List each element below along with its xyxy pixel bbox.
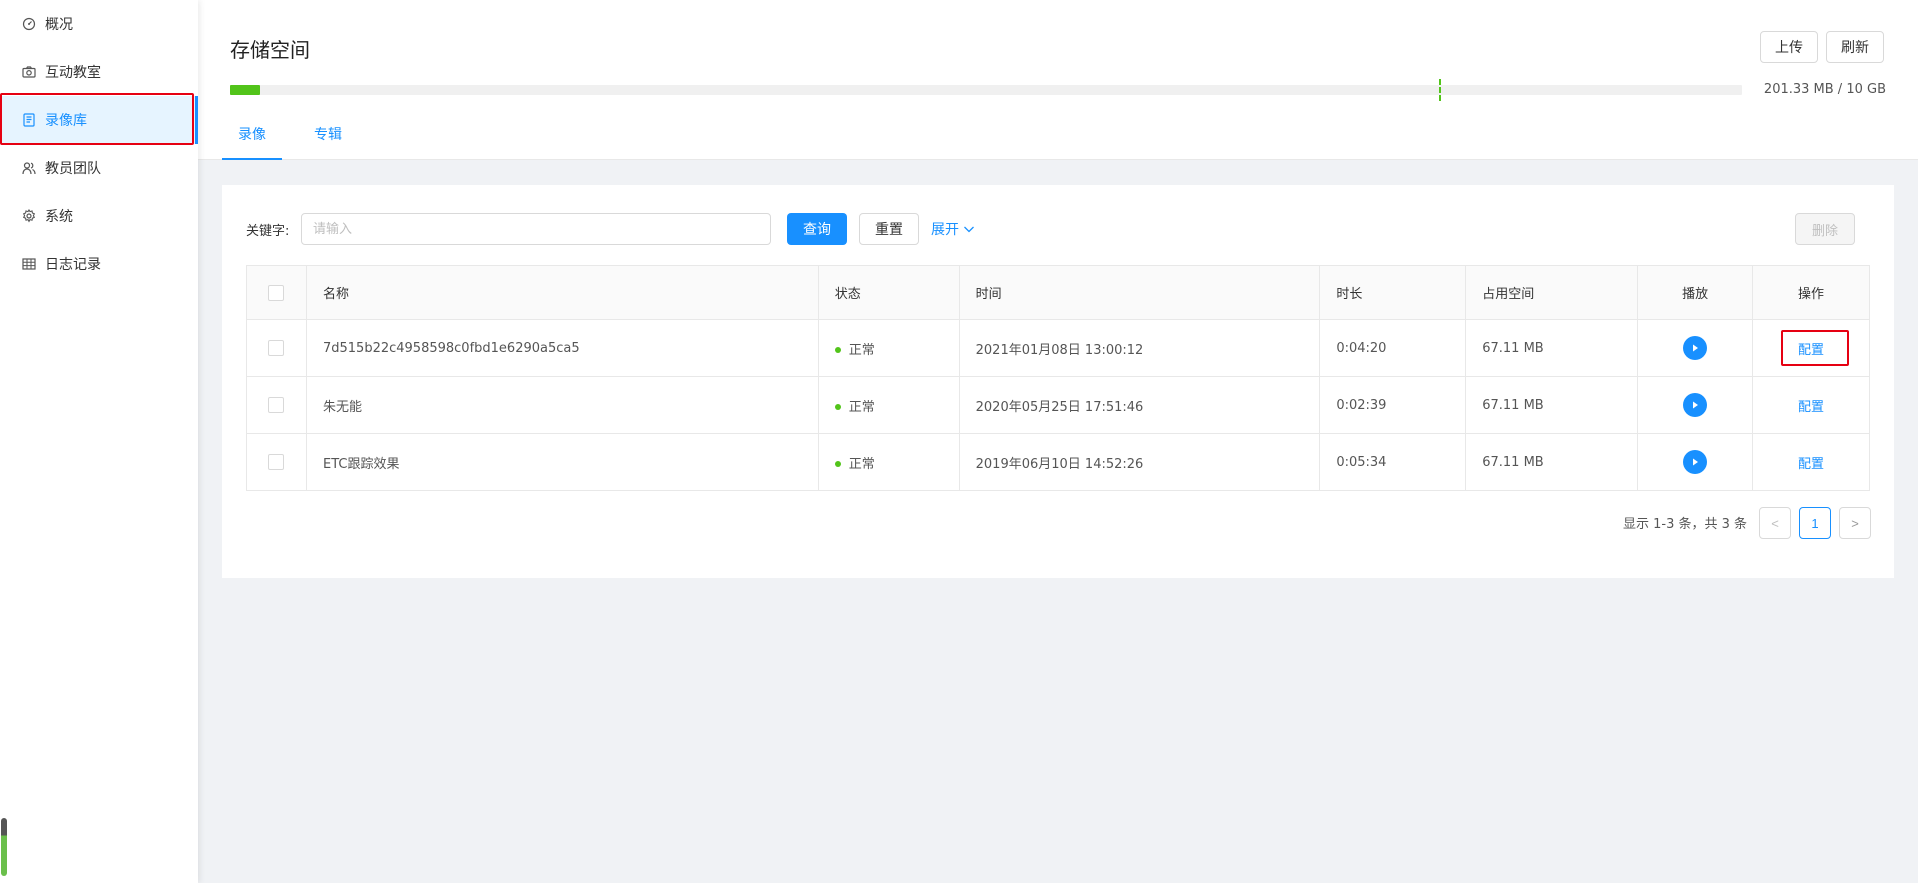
recording-name: 7d515b22c4958598c0fbd1e6290a5ca5	[306, 319, 819, 377]
row-select-cell	[246, 376, 307, 434]
config-link[interactable]: 配置	[1798, 453, 1824, 472]
pagination-next-button[interactable]: >	[1839, 507, 1871, 539]
query-button[interactable]: 查询	[787, 213, 847, 245]
camera-icon	[22, 65, 36, 79]
team-icon	[22, 161, 36, 175]
config-label: 配置	[1798, 342, 1825, 358]
status-cell: 正常	[818, 376, 960, 434]
select-all-cell	[246, 265, 307, 320]
recording-name: ETC跟踪效果	[306, 433, 819, 491]
sidebar-item-label: 录像库	[45, 113, 87, 129]
refresh-button[interactable]: 刷新	[1826, 31, 1884, 63]
recording-time: 2019年06月10日 14:52:26	[959, 433, 1321, 491]
status-dot-icon	[834, 404, 841, 410]
column-header: 时间	[959, 265, 1321, 320]
recording-size: 67.11 MB	[1465, 433, 1639, 491]
recordings-card: 关键字: 查询 重置 展开 删除 名称 状态 时间 时长 占用空间 播放 操作	[222, 185, 1894, 578]
recording-duration: 0:02:39	[1319, 376, 1467, 434]
play-cell	[1637, 376, 1754, 434]
status-text: 正常	[848, 342, 875, 358]
table-row: ETC跟踪效果 正常 2019年06月10日 14:52:26 0:05:34 …	[246, 433, 1870, 491]
tab-albums[interactable]: 专辑	[298, 124, 358, 160]
action-cell: 配置	[1752, 319, 1870, 377]
recording-name: 朱无能	[306, 376, 819, 434]
row-select-cell	[246, 433, 307, 491]
keyword-input[interactable]	[301, 213, 771, 245]
upload-button[interactable]: 上传	[1760, 31, 1818, 63]
status-dot-icon	[834, 347, 841, 353]
play-cell	[1637, 433, 1754, 491]
sidebar-item-overview[interactable]: 概况	[0, 0, 198, 48]
sidebar-item-system[interactable]: 系统	[0, 192, 198, 240]
table-row: 7d515b22c4958598c0fbd1e6290a5ca5 正常 2021…	[246, 319, 1870, 377]
row-checkbox[interactable]	[268, 340, 285, 356]
pagination-page-1[interactable]: 1	[1799, 507, 1831, 539]
book-icon	[22, 113, 36, 127]
sidebar-item-label: 日志记录	[45, 257, 101, 273]
sidebar: 概况 互动教室 录像库 教员团队 系统 日志记录	[0, 0, 198, 883]
status-dot-icon	[834, 461, 841, 467]
column-header: 状态	[818, 265, 960, 320]
sidebar-item-team[interactable]: 教员团队	[0, 144, 198, 192]
table-header-row: 名称 状态 时间 时长 占用空间 播放 操作	[246, 265, 1870, 320]
tab-recordings[interactable]: 录像	[222, 124, 282, 160]
storage-threshold-marker	[1439, 79, 1441, 101]
recording-duration: 0:04:20	[1319, 319, 1467, 377]
play-icon[interactable]	[1683, 393, 1708, 417]
pagination-summary: 显示 1-3 条，共 3 条	[1623, 517, 1748, 532]
recording-size: 67.11 MB	[1465, 319, 1639, 377]
sidebar-item-logs[interactable]: 日志记录	[0, 240, 198, 288]
storage-progress-fill	[230, 85, 261, 95]
row-checkbox[interactable]	[268, 454, 285, 470]
keyword-label: 关键字:	[246, 224, 290, 239]
row-checkbox[interactable]	[268, 397, 285, 413]
column-header: 名称	[306, 265, 819, 320]
config-link[interactable]: 配置	[1781, 329, 1849, 366]
recordings-table: 名称 状态 时间 时长 占用空间 播放 操作 7d515b22c4958598c…	[246, 265, 1870, 491]
tab-bar: 录像 专辑	[222, 124, 374, 160]
play-icon[interactable]	[1683, 450, 1708, 474]
select-all-checkbox[interactable]	[268, 284, 285, 301]
storage-usage-text: 201.33 MB / 10 GB	[1763, 82, 1886, 97]
sidebar-item-label: 概况	[45, 17, 73, 33]
column-header: 占用空间	[1465, 265, 1639, 320]
table-row: 朱无能 正常 2020年05月25日 17:51:46 0:02:39 67.1…	[246, 376, 1870, 434]
config-link[interactable]: 配置	[1798, 396, 1824, 415]
recording-time: 2020年05月25日 17:51:46	[959, 376, 1321, 434]
status-cell: 正常	[818, 319, 960, 377]
page-title: 存储空间	[230, 38, 310, 62]
column-header: 操作	[1752, 265, 1870, 320]
play-icon[interactable]	[1683, 336, 1708, 360]
delete-button[interactable]: 删除	[1795, 213, 1855, 245]
storage-progress-bar	[230, 79, 1742, 101]
scrollbar-thumb[interactable]	[1, 818, 7, 876]
action-cell: 配置	[1752, 433, 1870, 491]
status-cell: 正常	[818, 433, 960, 491]
action-cell: 配置	[1752, 376, 1870, 434]
recording-size: 67.11 MB	[1465, 376, 1639, 434]
sidebar-item-label: 互动教室	[45, 65, 101, 81]
table-icon	[22, 257, 36, 271]
row-select-cell	[246, 319, 307, 377]
sidebar-item-classroom[interactable]: 互动教室	[0, 48, 198, 96]
sidebar-item-recordings[interactable]: 录像库	[0, 96, 198, 144]
reset-button[interactable]: 重置	[859, 213, 919, 245]
column-header: 时长	[1319, 265, 1467, 320]
pagination-prev-button[interactable]: <	[1759, 507, 1791, 539]
recording-time: 2021年01月08日 13:00:12	[959, 319, 1321, 377]
recording-duration: 0:05:34	[1319, 433, 1467, 491]
gear-icon	[22, 209, 36, 223]
sidebar-item-label: 系统	[45, 209, 73, 225]
status-text: 正常	[848, 399, 875, 415]
sidebar-item-label: 教员团队	[45, 161, 101, 177]
play-cell	[1637, 319, 1754, 377]
status-text: 正常	[848, 456, 875, 472]
dashboard-icon	[22, 17, 36, 31]
storage-header: 存储空间 上传 刷新 201.33 MB / 10 GB 录像 专辑	[198, 0, 1918, 160]
column-header: 播放	[1637, 265, 1754, 320]
chevron-down-icon	[964, 226, 974, 233]
expand-label: 展开	[931, 222, 959, 238]
expand-filters-link[interactable]: 展开	[931, 219, 975, 239]
